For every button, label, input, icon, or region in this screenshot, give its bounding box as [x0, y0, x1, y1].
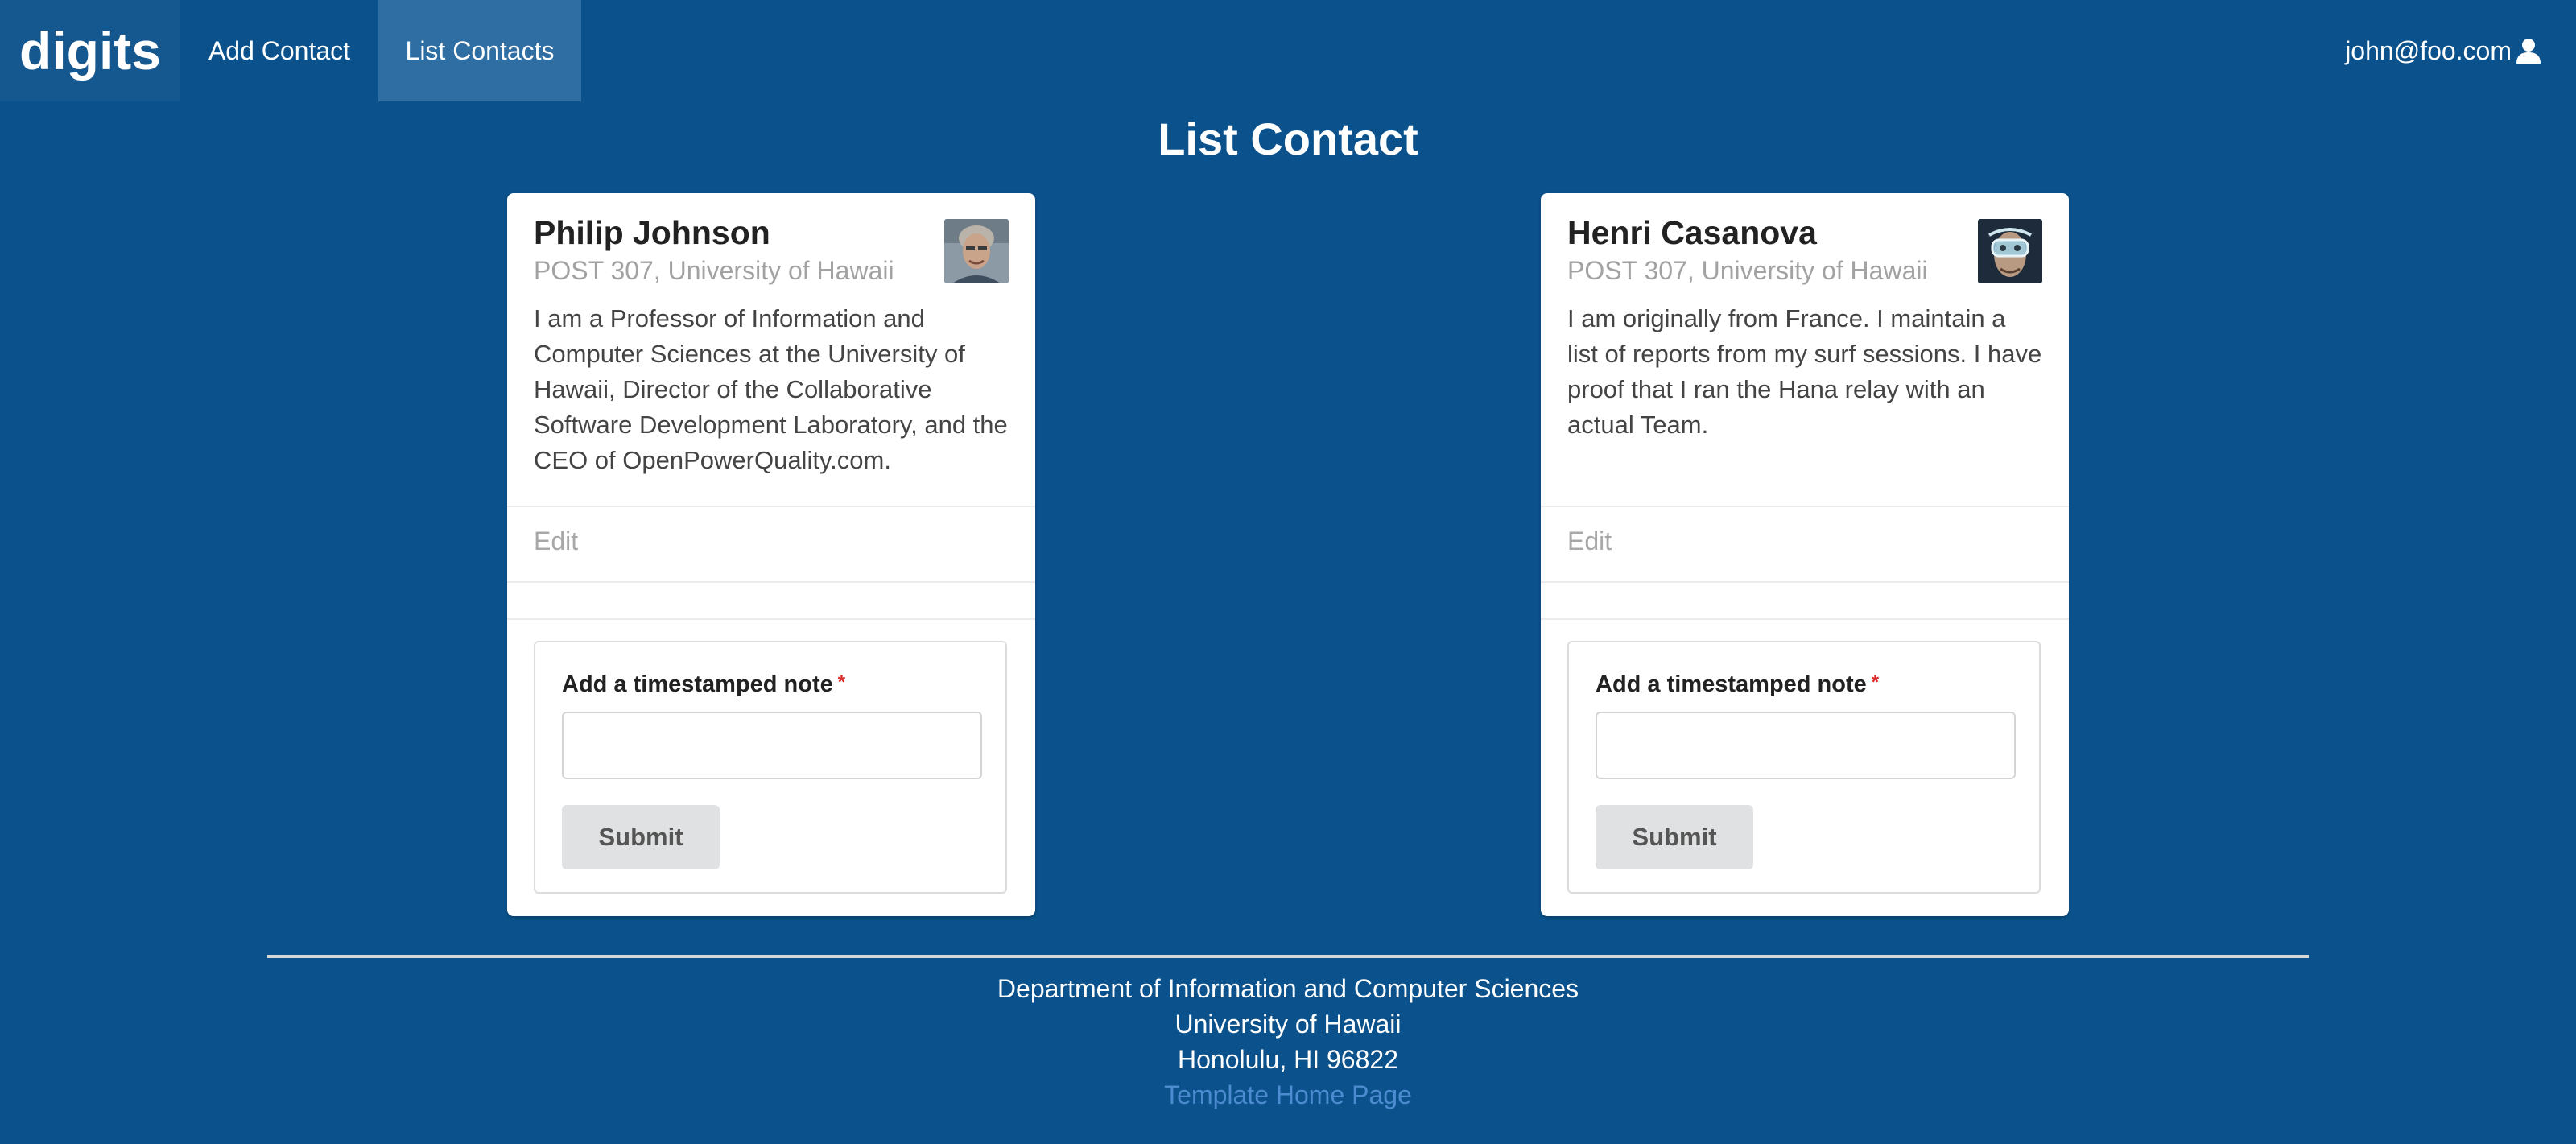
user-menu[interactable]: john@foo.com — [2345, 0, 2542, 101]
contact-avatar — [944, 219, 1009, 283]
divider — [507, 618, 1035, 620]
required-mark: * — [837, 671, 846, 693]
edit-link[interactable]: Edit — [534, 527, 578, 556]
submit-button[interactable]: Submit — [562, 805, 720, 869]
submit-button[interactable]: Submit — [1596, 805, 1753, 869]
required-mark: * — [1871, 671, 1880, 693]
note-label-text: Add a timestamped note — [562, 671, 833, 697]
user-email: john@foo.com — [2345, 35, 2512, 65]
footer-address: Honolulu, HI 96822 — [1178, 1045, 1398, 1074]
footer-department: Department of Information and Computer S… — [997, 974, 1579, 1003]
contact-description: I am a Professor of Information and Comp… — [534, 304, 1008, 474]
contact-avatar — [1978, 219, 2042, 283]
contact-address: POST 307, University of Hawaii — [534, 256, 894, 285]
brand-logo[interactable]: digits — [0, 0, 180, 101]
divider — [507, 581, 1035, 583]
edit-link[interactable]: Edit — [1567, 527, 1612, 556]
user-icon — [2515, 37, 2542, 64]
note-label: Add a timestamped note * — [1596, 671, 1879, 698]
note-label: Add a timestamped note * — [562, 671, 845, 698]
note-form: Add a timestamped note * Submit — [1567, 641, 2041, 894]
divider — [507, 506, 1035, 507]
footer: Department of Information and Computer S… — [0, 971, 2576, 1113]
note-input[interactable] — [562, 712, 982, 779]
contact-card: Philip Johnson POST 307, University of H… — [507, 193, 1035, 916]
footer-divider — [267, 955, 2309, 958]
contact-name: Philip Johnson — [534, 214, 770, 251]
contact-description: I am originally from France. I maintain … — [1567, 304, 2042, 439]
note-label-text: Add a timestamped note — [1596, 671, 1867, 697]
contact-card: Henri Casanova POST 307, University of H… — [1541, 193, 2069, 916]
nav-list-contacts[interactable]: List Contacts — [378, 0, 581, 101]
note-form: Add a timestamped note * Submit — [534, 641, 1007, 894]
divider — [1541, 618, 2069, 620]
contact-address: POST 307, University of Hawaii — [1567, 256, 1928, 285]
page-title: List Contact — [1158, 114, 1418, 164]
note-input[interactable] — [1596, 712, 2016, 779]
divider — [1541, 506, 2069, 507]
contact-name: Henri Casanova — [1567, 214, 1817, 251]
divider — [1541, 581, 2069, 583]
nav-add-contact[interactable]: Add Contact — [180, 0, 378, 101]
top-navbar: digits Add Contact List Contacts john@fo… — [0, 0, 2576, 101]
footer-university: University of Hawaii — [1174, 1010, 1402, 1039]
template-home-link[interactable]: Template Home Page — [0, 1077, 2576, 1113]
